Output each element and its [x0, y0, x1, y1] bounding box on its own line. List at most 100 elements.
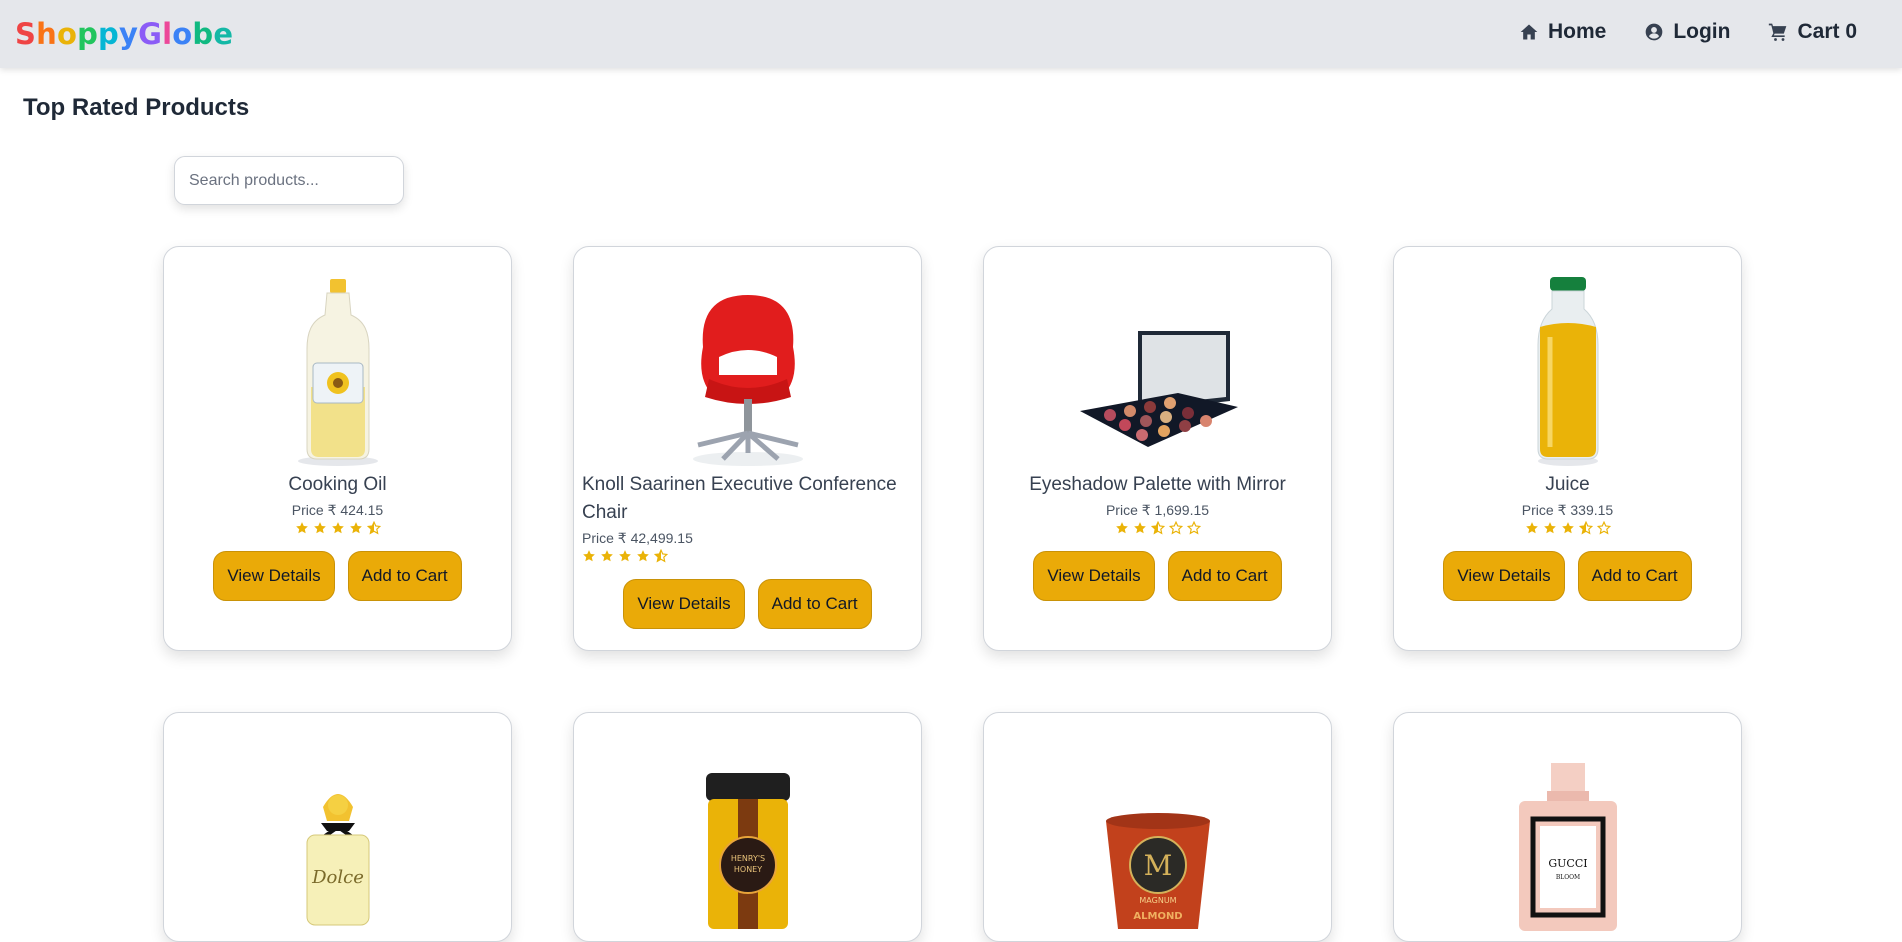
nav-login-link[interactable]: Login — [1644, 20, 1730, 44]
star-full-icon — [601, 550, 613, 562]
star-full-icon — [313, 522, 326, 534]
star-empty-icon — [1186, 521, 1201, 535]
star-half-icon — [654, 549, 668, 563]
star-full-icon — [619, 550, 631, 562]
nav-login-label: Login — [1673, 20, 1731, 43]
brand-logo-letter: o — [56, 17, 78, 51]
add-to-cart-button[interactable]: Add to Cart — [757, 579, 872, 629]
brand-logo-letter: y — [119, 17, 139, 51]
product-actions: View Details Add to Cart — [213, 551, 462, 601]
product-card: Knoll Saarinen Executive Conference Chai… — [573, 246, 922, 651]
product-actions: View Details Add to Cart — [1443, 551, 1692, 601]
product-card: Eyeshadow Palette with Mirror Price ₹ 1,6… — [983, 246, 1332, 651]
brand-logo-letter: G — [138, 17, 163, 51]
view-details-button[interactable]: View Details — [213, 551, 335, 601]
product-image[interactable] — [984, 267, 1331, 467]
star-full-icon — [637, 550, 649, 562]
red-office-chair-image — [692, 295, 803, 466]
user-circle-icon — [1645, 23, 1663, 41]
product-image[interactable]: GUCCI BLOOM — [1394, 733, 1741, 933]
honey-jar-image: HENRY'S HONEY — [705, 773, 790, 929]
star-full-icon — [1561, 522, 1574, 534]
product-price: Price ₹ 424.15 — [291, 502, 384, 518]
svg-text:GUCCI: GUCCI — [1548, 857, 1587, 870]
product-card: GUCCI BLOOM — [1393, 712, 1742, 942]
product-image[interactable]: M MAGNUM ALMOND — [984, 733, 1331, 933]
home-icon — [1520, 24, 1538, 40]
product-price: Price ₹ 1,699.15 — [1105, 502, 1210, 518]
add-to-cart-button[interactable]: Add to Cart — [1167, 551, 1282, 601]
product-info: Knoll Saarinen Executive Conference Chai… — [582, 471, 913, 629]
nav-home-label: Home — [1547, 20, 1607, 43]
nav-cart-label: Cart 0 — [1797, 20, 1857, 43]
product-rating — [295, 521, 381, 535]
product-image[interactable]: Dolce — [164, 733, 511, 933]
star-empty-icon — [1168, 521, 1183, 535]
svg-text:MAGNUM: MAGNUM — [1139, 896, 1176, 905]
view-details-button[interactable]: View Details — [1033, 551, 1155, 601]
eyeshadow-palette-image — [1080, 331, 1238, 447]
product-info: Juice Price ₹ 339.15 View Details Add to Ca… — [1402, 471, 1733, 601]
star-full-icon — [583, 550, 595, 562]
nav-cart-link[interactable]: Cart 0 — [1768, 20, 1857, 44]
star-half-icon — [1578, 521, 1593, 535]
gucci-bloom-perfume-image: GUCCI BLOOM — [1518, 763, 1617, 931]
svg-text:HENRY'S: HENRY'S — [730, 854, 764, 863]
star-full-icon — [331, 522, 344, 534]
nav-links: Home Login Cart 0 — [1519, 20, 1857, 44]
brand-logo-letter: p — [98, 17, 120, 51]
svg-text:ALMOND: ALMOND — [1133, 911, 1182, 922]
product-card: M MAGNUM ALMOND — [983, 712, 1332, 942]
ice-cream-tub-image: M MAGNUM ALMOND — [1105, 813, 1210, 929]
nav-home-link[interactable]: Home — [1519, 20, 1606, 44]
star-empty-icon — [1596, 521, 1611, 535]
brand-logo-letter: S — [15, 17, 37, 51]
product-name: Eyeshadow Palette with Mirror — [1029, 474, 1286, 495]
search-input[interactable] — [174, 156, 404, 205]
view-details-button[interactable]: View Details — [1443, 551, 1565, 601]
product-image[interactable] — [1394, 267, 1741, 467]
star-full-icon — [349, 522, 362, 534]
product-name: Juice — [1545, 474, 1590, 495]
product-rating — [1525, 521, 1611, 535]
product-name: Cooking Oil — [288, 474, 387, 495]
cooking-oil-bottle-image — [297, 279, 378, 466]
product-actions: View Details Add to Cart — [1033, 551, 1282, 601]
product-info: Cooking Oil Price ₹ 424.15 View Details Add… — [172, 471, 503, 601]
svg-text:M: M — [1143, 849, 1172, 882]
product-card: Juice Price ₹ 339.15 View Details Add to Ca… — [1393, 246, 1742, 651]
brand-logo-letter: l — [162, 17, 173, 51]
product-card: Dolce — [163, 712, 512, 942]
star-full-icon — [1115, 522, 1128, 534]
product-name: Knoll Saarinen Executive Conference Chai… — [582, 474, 897, 523]
product-rating — [1115, 521, 1201, 535]
brand-logo-letter: h — [36, 17, 57, 51]
page-title: Top Rated Products — [23, 94, 250, 121]
add-to-cart-button[interactable]: Add to Cart — [1577, 551, 1692, 601]
star-full-icon — [1133, 522, 1146, 534]
view-details-button[interactable]: View Details — [623, 579, 745, 629]
juice-bottle-image — [1537, 277, 1598, 466]
product-price: Price ₹ 339.15 — [1521, 502, 1614, 518]
navbar: ShoppyGlobe Home Login Cart 0 — [0, 0, 1902, 68]
star-full-icon — [295, 522, 308, 534]
star-full-icon — [1525, 522, 1538, 534]
product-rating — [582, 549, 668, 563]
brand-logo-letter: e — [213, 17, 234, 51]
star-half-icon — [366, 521, 381, 535]
add-to-cart-button[interactable]: Add to Cart — [347, 551, 462, 601]
cart-icon — [1769, 23, 1787, 41]
brand-logo-letter: o — [172, 17, 193, 51]
svg-text:BLOOM: BLOOM — [1555, 874, 1579, 881]
svg-text:Dolce: Dolce — [311, 867, 364, 888]
svg-text:HONEY: HONEY — [733, 865, 761, 874]
product-image[interactable] — [164, 267, 511, 467]
product-image[interactable]: HENRY'S HONEY — [574, 733, 921, 933]
product-price: Price ₹ 42,499.15 — [582, 530, 693, 546]
product-actions: View Details Add to Cart — [623, 579, 872, 629]
brand-logo-letter: b — [192, 17, 214, 51]
brand-logo-letter: p — [77, 17, 99, 51]
product-image[interactable] — [574, 267, 921, 467]
brand-logo[interactable]: ShoppyGlobe — [15, 17, 233, 51]
star-half-icon — [1150, 521, 1165, 535]
